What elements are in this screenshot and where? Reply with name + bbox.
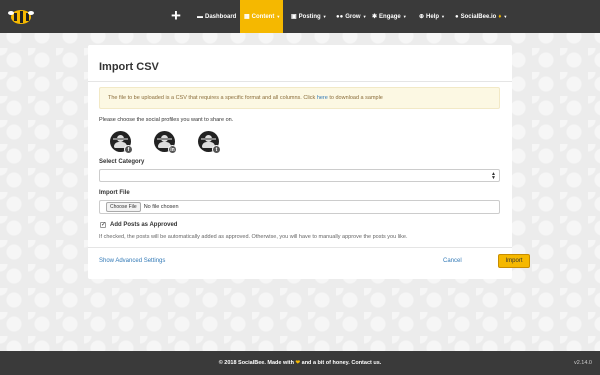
profile-twitter[interactable]: t [198, 131, 221, 154]
approve-help-text: If checked, the posts will be automatica… [99, 234, 408, 240]
avatar-band [157, 138, 172, 140]
approve-label: Add Posts as Approved [110, 222, 178, 228]
avatar-band [113, 138, 128, 140]
nav-account[interactable]: ● SocialBee.io ♦ ▼ [451, 0, 511, 33]
choose-profiles-text: Please choose the social profiles you wa… [99, 117, 234, 123]
help-icon: ⊕ [419, 14, 425, 20]
file-input[interactable]: Choose File No file chosen [99, 200, 500, 214]
nav-grow[interactable]: ●● Grow ▼ [332, 0, 371, 33]
profile-facebook[interactable]: f [110, 131, 133, 154]
top-navbar: + ▬ Dashboard ▦ Content ▼ ▣ Posting ▼ ●●… [0, 0, 600, 33]
linkedin-icon: in [168, 145, 177, 154]
category-select[interactable]: ▲ ▼ [99, 169, 500, 182]
bee-icon: ♦ [498, 13, 502, 20]
show-advanced-settings-link[interactable]: Show Advanced Settings [99, 258, 165, 264]
updown-arrows-icon: ▲ ▼ [491, 171, 496, 181]
file-status: No file chosen [143, 204, 179, 210]
nav-dashboard[interactable]: ▬ Dashboard [193, 0, 240, 33]
nav-label: Dashboard [205, 13, 237, 20]
caret-down-icon: ▼ [503, 14, 508, 19]
category-label: Select Category [99, 159, 145, 165]
dashboard-icon: ▬ [197, 13, 203, 20]
socialbee-logo[interactable] [8, 8, 34, 25]
import-file-label: Import File [99, 190, 130, 196]
engage-icon: ✱ [372, 14, 378, 20]
heart-icon: ❤ [295, 360, 301, 366]
footer: © 2018 SocialBee. Made with ❤ and a bit … [0, 351, 600, 375]
notice-suffix: to download a sample [329, 95, 383, 101]
caret-down-icon: ▼ [402, 14, 407, 19]
version-label: v2.14.0 [573, 360, 592, 366]
info-alert: The file to be uploaded is a CSV that re… [99, 87, 500, 109]
contact-us-link[interactable]: Contact us. [351, 360, 381, 366]
divider [88, 247, 512, 248]
nav-label: Help [426, 13, 440, 20]
add-post-icon[interactable]: + [171, 7, 183, 25]
caret-down-icon: ▼ [276, 14, 281, 19]
cancel-button[interactable]: Cancel [443, 258, 462, 264]
twitter-icon: t [212, 145, 221, 154]
caret-down-icon: ▼ [322, 14, 327, 19]
facebook-icon: f [124, 145, 133, 154]
nav-label: Posting [298, 13, 321, 20]
nav-engage[interactable]: ✱ Engage ▼ [368, 0, 411, 33]
content-icon: ▦ [244, 14, 250, 20]
footer-suffix: and a bit of honey. [301, 360, 350, 366]
avatar-band [201, 138, 216, 140]
import-csv-card: Import CSV The file to be uploaded is a … [88, 45, 530, 279]
import-button[interactable]: Import [498, 254, 530, 268]
users-icon: ●● [336, 13, 344, 20]
page-title: Import CSV [99, 61, 159, 73]
nav-content[interactable]: ▦ Content ▼ [240, 0, 283, 33]
notice-text: The file to be uploaded is a CSV that re… [108, 95, 316, 101]
nav-help[interactable]: ⊕ Help ▼ [415, 0, 449, 33]
download-sample-link[interactable]: here [317, 95, 328, 101]
calendar-icon: ▣ [291, 14, 297, 20]
choose-file-button[interactable]: Choose File [106, 202, 141, 212]
copyright-text: © 2018 SocialBee. Made with [218, 360, 294, 366]
caret-down-icon: ▼ [362, 14, 367, 19]
nav-label: Content [251, 13, 275, 20]
footer-text: © 2018 SocialBee. Made with ❤ and a bit … [0, 360, 600, 366]
profile-linkedin[interactable]: in [154, 131, 177, 154]
user-icon: ● [455, 13, 459, 20]
divider [88, 81, 512, 82]
nav-label: Engage [379, 13, 401, 20]
caret-down-icon: ▼ [441, 14, 446, 19]
approve-checkbox[interactable]: ✓ [100, 222, 106, 228]
nav-label: Grow [345, 13, 361, 20]
nav-posting[interactable]: ▣ Posting ▼ [287, 0, 331, 33]
nav-label: SocialBee.io [460, 13, 497, 20]
